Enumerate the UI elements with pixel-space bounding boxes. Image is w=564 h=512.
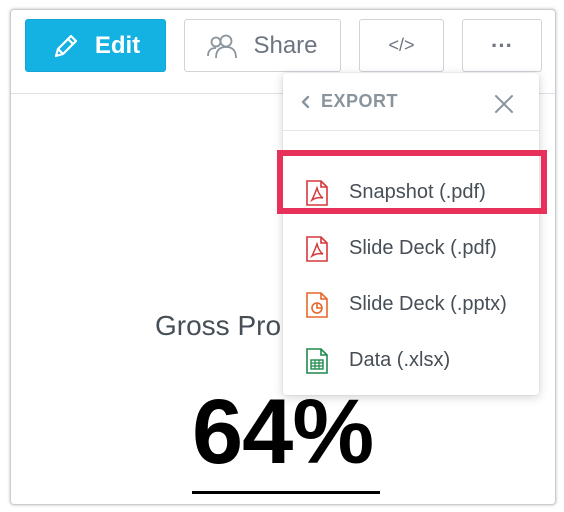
export-snapshot-pdf[interactable]: Snapshot (.pdf) — [283, 165, 539, 221]
insight-title: Gross Pro — [155, 310, 282, 341]
kpi-value: 64% — [192, 381, 374, 483]
export-slide-deck-pptx[interactable]: Slide Deck (.pptx) — [283, 277, 539, 333]
export-item-label: Slide Deck (.pdf) — [349, 237, 497, 259]
xlsx-icon — [306, 348, 328, 374]
share-button[interactable]: Share — [184, 19, 341, 72]
kpi-underline — [192, 491, 380, 494]
chevron-left-icon — [301, 95, 310, 108]
export-item-label: Data (.xlsx) — [349, 349, 451, 371]
edit-button[interactable]: Edit — [25, 19, 166, 72]
export-data-xlsx[interactable]: Data (.xlsx) — [283, 333, 539, 389]
pencil-icon — [54, 34, 77, 57]
close-icon[interactable] — [493, 93, 515, 115]
more-button[interactable]: ··· — [462, 19, 542, 72]
embed-button[interactable]: </> — [359, 19, 444, 72]
ellipsis-icon: ··· — [491, 32, 513, 58]
export-item-label: Slide Deck (.pptx) — [349, 293, 507, 315]
export-back-button[interactable]: EXPORT — [301, 91, 398, 112]
export-popup: EXPORT Snapshot (.pdf) Slide Deck (.pdf) — [283, 73, 539, 395]
code-icon: </> — [388, 35, 415, 55]
export-item-label: Snapshot (.pdf) — [349, 181, 486, 203]
app-frame: Edit Share </> ··· Gross Pro 64% EXPORT … — [10, 9, 556, 505]
export-back-label: EXPORT — [321, 91, 399, 111]
pptx-icon — [306, 292, 328, 318]
pdf-icon — [306, 180, 328, 206]
users-icon — [207, 34, 238, 58]
export-popup-header: EXPORT — [283, 73, 539, 131]
export-slide-deck-pdf[interactable]: Slide Deck (.pdf) — [283, 221, 539, 277]
pdf-icon — [306, 236, 328, 262]
edit-button-label: Edit — [94, 31, 141, 59]
share-button-label: Share — [253, 31, 318, 59]
